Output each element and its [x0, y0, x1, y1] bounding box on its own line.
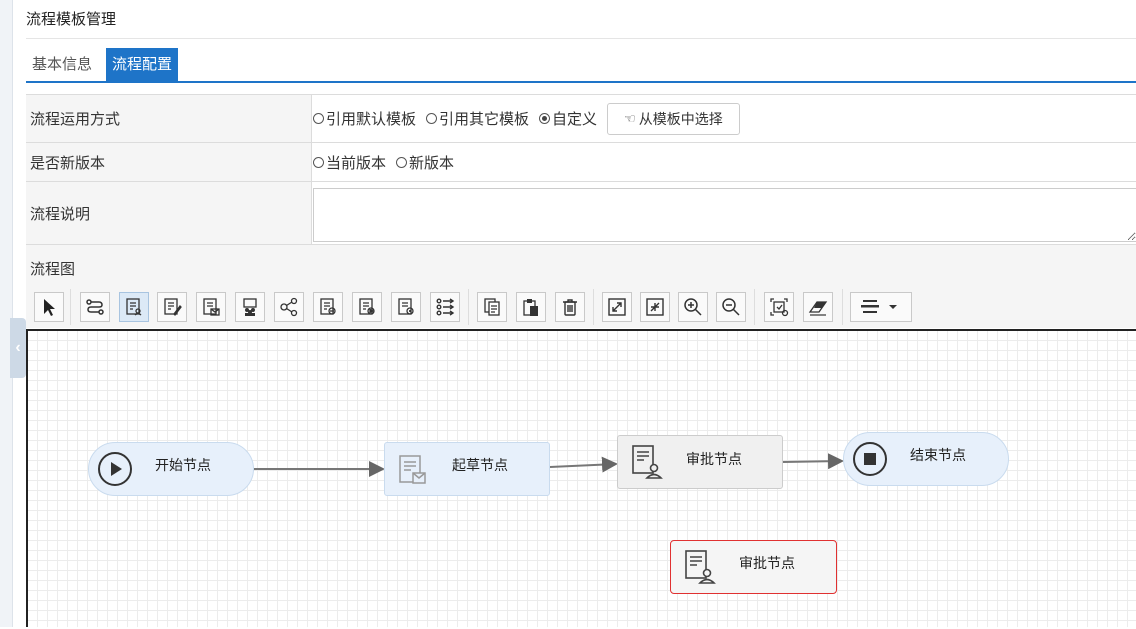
diagram-title: 流程图 [30, 261, 76, 278]
radio-label: 当前版本 [326, 154, 387, 172]
copy-icon[interactable] [477, 292, 507, 322]
screenshot-icon[interactable] [764, 292, 794, 322]
play-icon [98, 452, 132, 486]
radio-dot[interactable] [426, 113, 438, 124]
edge-approve-to-end [782, 453, 844, 470]
radio-custom[interactable]: 自定义 [539, 108, 597, 129]
connector-icon[interactable] [80, 292, 110, 322]
align-icon[interactable] [850, 292, 912, 322]
node-approve[interactable]: 审批节点 [617, 435, 783, 489]
radio-dot[interactable] [396, 156, 408, 168]
node-draft[interactable]: 起草节点 [384, 442, 550, 496]
edge-draft-to-approve [549, 456, 618, 473]
radio-current-version[interactable]: 当前版本 [313, 152, 386, 173]
approve-doc-icon [685, 550, 716, 584]
toolbar-separator [754, 289, 755, 325]
radio-new-version[interactable]: 新版本 [396, 152, 454, 173]
delete-icon[interactable] [555, 292, 585, 322]
expand-icon[interactable] [602, 292, 632, 322]
zoom-in-icon[interactable] [678, 292, 708, 322]
description-label: 流程说明 [26, 182, 312, 244]
left-rail [0, 0, 13, 627]
radio-label: 引用其它模板 [439, 111, 530, 128]
usage-mode-label: 流程运用方式 [26, 95, 312, 142]
stop-icon [853, 442, 887, 476]
new-version-label: 是否新版本 [26, 143, 312, 181]
tab-bar: 基本信息 流程配置 [26, 48, 1136, 83]
hand-icon: ☜ [624, 110, 636, 126]
approve-doc-icon [632, 445, 663, 479]
radio-other-template[interactable]: 引用其它模板 [426, 108, 529, 129]
list-icon[interactable] [430, 292, 460, 322]
edit-node-icon[interactable] [157, 292, 187, 322]
diagram-header: 流程图 [26, 245, 1136, 286]
review-node-icon[interactable] [352, 292, 382, 322]
diagram-toolbar [26, 285, 1136, 328]
diagram-canvas[interactable]: 开始节点 起草节点 审批节点 结束节点 审批节点 [26, 329, 1136, 627]
eraser-icon[interactable] [803, 292, 833, 322]
radio-label: 引用默认模板 [326, 111, 417, 128]
handle-node-icon[interactable] [313, 292, 343, 322]
tab-flow-config[interactable]: 流程配置 [106, 48, 179, 81]
row-description: 流程说明 [26, 182, 1136, 245]
radio-label: 自定义 [552, 111, 598, 128]
group-node-icon[interactable] [235, 292, 265, 322]
row-usage-mode: 流程运用方式 引用默认模板 引用其它模板 自定义 ☜ 从模板中选择 [26, 95, 1136, 143]
sign-node-icon[interactable] [391, 292, 421, 322]
zoom-out-icon[interactable] [716, 292, 746, 322]
tab-basic-info[interactable]: 基本信息 [26, 48, 98, 81]
config-form: 流程运用方式 引用默认模板 引用其它模板 自定义 ☜ 从模板中选择 是否新版本 [26, 94, 1136, 245]
radio-label: 新版本 [409, 154, 455, 172]
draft-doc-icon [399, 455, 426, 484]
description-textarea[interactable] [313, 188, 1136, 242]
radio-default-template[interactable]: 引用默认模板 [313, 108, 416, 129]
toolbar-separator [842, 289, 843, 325]
node-approve-selected-label: 审批节点 [739, 555, 795, 571]
node-start[interactable]: 开始节点 [88, 442, 254, 496]
select-from-template-button[interactable]: ☜ 从模板中选择 [607, 102, 740, 135]
button-label: 从模板中选择 [638, 110, 723, 127]
branch-node-icon[interactable] [274, 292, 304, 322]
radio-dot-checked[interactable] [539, 113, 551, 124]
title-divider [26, 38, 1136, 39]
message-node-icon[interactable] [196, 292, 226, 322]
pointer-icon[interactable] [34, 292, 64, 322]
toolbar-separator [593, 289, 594, 325]
shrink-icon[interactable] [640, 292, 670, 322]
node-approve-label: 审批节点 [686, 451, 742, 467]
node-start-label: 开始节点 [155, 457, 211, 473]
node-approve-selected[interactable]: 审批节点 [670, 540, 837, 594]
toolbar-separator [468, 289, 469, 325]
collapse-sidebar-handle[interactable]: ‹ [10, 318, 26, 378]
page-title: 流程模板管理 [26, 11, 117, 28]
row-new-version: 是否新版本 当前版本 新版本 [26, 143, 1136, 182]
paste-icon[interactable] [516, 292, 546, 322]
toolbar-separator [70, 289, 71, 325]
radio-dot[interactable] [313, 156, 324, 168]
node-end-label: 结束节点 [910, 447, 966, 463]
approve-node-icon[interactable] [119, 292, 149, 322]
radio-dot[interactable] [313, 113, 324, 124]
node-end[interactable]: 结束节点 [843, 432, 1009, 486]
node-draft-label: 起草节点 [452, 457, 508, 473]
